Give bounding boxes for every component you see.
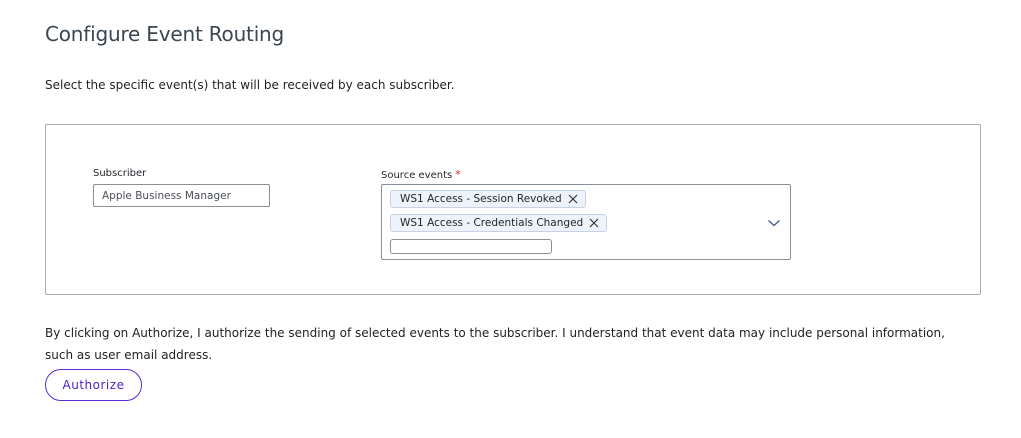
close-icon[interactable] xyxy=(566,192,580,206)
routing-card: Subscriber Source events* WS1 Access - S… xyxy=(45,124,981,295)
required-mark: * xyxy=(455,168,461,181)
close-icon[interactable] xyxy=(587,216,601,230)
source-events-select[interactable]: WS1 Access - Session Revoked WS1 Access … xyxy=(381,184,791,260)
subscriber-input[interactable] xyxy=(93,184,270,207)
authorize-button[interactable]: Authorize xyxy=(45,369,142,401)
event-chip-credentials-changed: WS1 Access - Credentials Changed xyxy=(390,214,608,232)
consent-text: By clicking on Authorize, I authorize th… xyxy=(45,326,945,362)
event-chip-label: WS1 Access - Session Revoked xyxy=(400,193,562,205)
event-chip-session-revoked: WS1 Access - Session Revoked xyxy=(390,190,586,208)
source-events-filter-input[interactable] xyxy=(390,239,552,254)
source-events-label-text: Source events xyxy=(381,170,453,181)
page-title: Configure Event Routing xyxy=(45,22,285,46)
subscriber-label: Subscriber xyxy=(93,168,146,179)
source-events-label: Source events * xyxy=(381,168,461,181)
subscriber-label-text: Subscriber xyxy=(93,168,147,179)
page-subtitle: Select the specific event(s) that will b… xyxy=(45,78,455,92)
chevron-down-icon[interactable] xyxy=(766,215,782,231)
event-chip-label: WS1 Access - Credentials Changed xyxy=(400,217,584,229)
